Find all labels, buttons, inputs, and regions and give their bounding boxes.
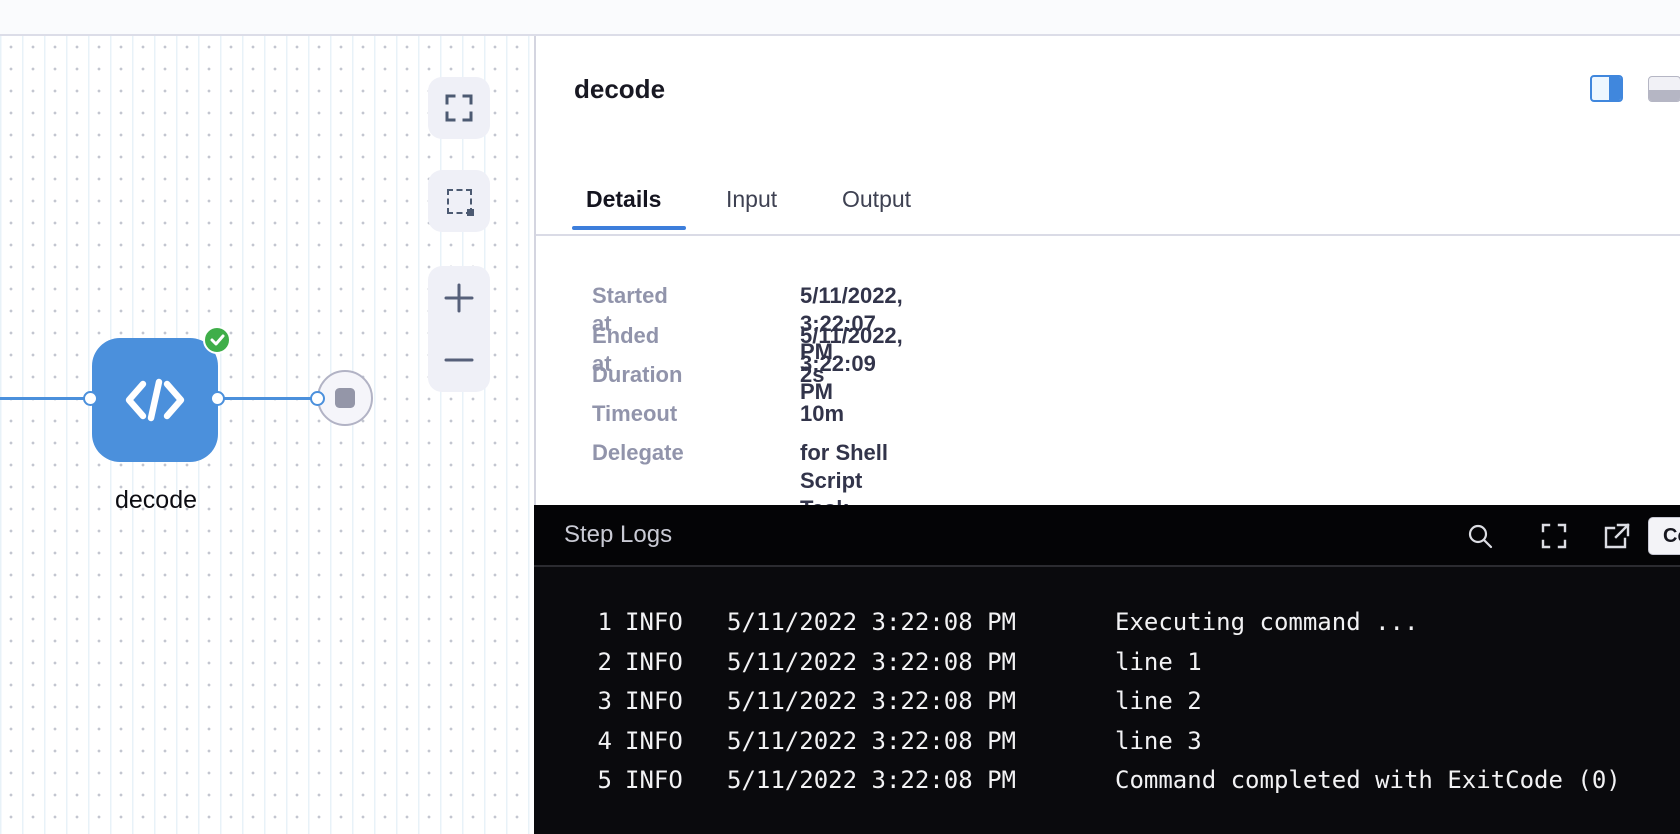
top-strip (0, 0, 1680, 36)
log-level: INFO (625, 643, 683, 683)
pipeline-canvas[interactable]: decode (0, 36, 534, 834)
node-port-left[interactable] (83, 391, 98, 406)
end-node[interactable] (317, 370, 373, 426)
layout-toggle-right-icon[interactable] (1590, 75, 1623, 102)
success-badge (203, 326, 231, 354)
fullscreen-icon (444, 93, 474, 123)
log-line-number: 4 (574, 722, 612, 762)
log-line-number: 3 (574, 682, 612, 722)
detail-label: Duration (592, 361, 682, 389)
log-timestamp: 5/11/2022 3:22:08 PM (727, 722, 1017, 762)
panel-title: decode (574, 74, 665, 105)
tab-output[interactable]: Output (842, 186, 911, 213)
step-detail-panel (536, 36, 1680, 505)
pipeline-execution-view: decode decode Details Input Output (0, 0, 1680, 834)
canvas-marquee-select-button[interactable] (428, 170, 490, 232)
canvas-fullscreen-button[interactable] (428, 77, 490, 139)
end-node-port[interactable] (310, 391, 325, 406)
zoom-out-icon[interactable] (443, 344, 475, 376)
canvas-zoom-controls (428, 266, 490, 392)
open-in-new-icon[interactable] (1602, 522, 1630, 550)
step-node-decode[interactable] (92, 338, 218, 462)
step-logs-body: 1 INFO 5/11/2022 3:22:08 PM Executing co… (534, 567, 1680, 801)
log-line-number: 1 (574, 603, 612, 643)
console-view-button[interactable]: Co (1648, 517, 1680, 555)
detail-label: Delegate (592, 439, 684, 467)
active-tab-underline (572, 226, 686, 230)
log-line: 1 INFO 5/11/2022 3:22:08 PM Executing co… (574, 603, 1680, 643)
node-label: decode (66, 486, 246, 515)
detail-value: 2s (800, 361, 824, 389)
expand-icon[interactable] (1540, 522, 1568, 550)
log-message: line 1 (1115, 643, 1202, 683)
log-timestamp: 5/11/2022 3:22:08 PM (727, 761, 1017, 801)
log-message: line 2 (1115, 682, 1202, 722)
log-line: 5 INFO 5/11/2022 3:22:08 PM Command comp… (574, 761, 1680, 801)
step-logs-panel: Step Logs Co 1 INFO 5/11/2022 3:22:08 PM… (534, 505, 1680, 834)
tab-input[interactable]: Input (726, 186, 777, 213)
detail-label: Timeout (592, 400, 677, 428)
stop-icon (335, 388, 355, 408)
search-icon[interactable] (1466, 522, 1494, 550)
pipeline-edge-out (217, 397, 318, 400)
log-line: 4 INFO 5/11/2022 3:22:08 PM line 3 (574, 722, 1680, 762)
log-timestamp: 5/11/2022 3:22:08 PM (727, 643, 1017, 683)
log-level: INFO (625, 722, 683, 762)
log-line: 2 INFO 5/11/2022 3:22:08 PM line 1 (574, 643, 1680, 683)
log-message: Command completed with ExitCode (0) (1115, 761, 1621, 801)
log-line: 3 INFO 5/11/2022 3:22:08 PM line 2 (574, 682, 1680, 722)
tab-details[interactable]: Details (586, 186, 661, 213)
log-message: line 3 (1115, 722, 1202, 762)
code-icon (121, 374, 189, 426)
marquee-select-icon (447, 189, 472, 214)
check-icon (210, 334, 225, 346)
log-line-number: 2 (574, 643, 612, 683)
log-level: INFO (625, 603, 683, 643)
log-message: Executing command ... (1115, 603, 1418, 643)
layout-toggle-bottom-icon[interactable] (1648, 76, 1680, 102)
log-timestamp: 5/11/2022 3:22:08 PM (727, 682, 1017, 722)
pipeline-edge-in (0, 397, 84, 400)
log-level: INFO (625, 761, 683, 801)
log-level: INFO (625, 682, 683, 722)
zoom-in-icon[interactable] (443, 282, 475, 314)
node-port-right[interactable] (210, 391, 225, 406)
step-logs-title: Step Logs (564, 505, 672, 565)
log-line-number: 5 (574, 761, 612, 801)
log-timestamp: 5/11/2022 3:22:08 PM (727, 603, 1017, 643)
tabs-divider (536, 234, 1680, 236)
step-logs-header: Step Logs Co (534, 505, 1680, 567)
detail-value: 10m (800, 400, 844, 428)
